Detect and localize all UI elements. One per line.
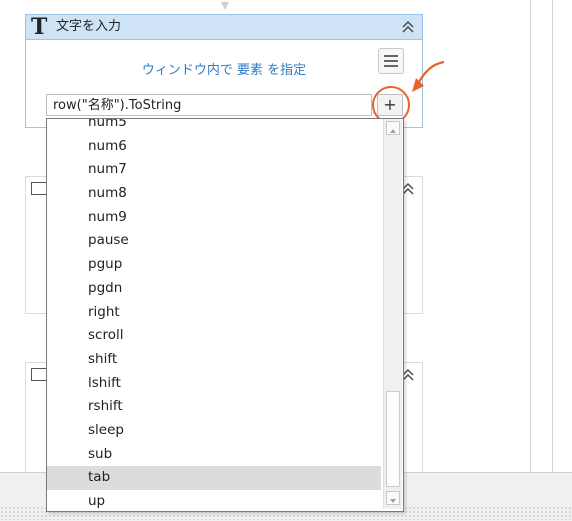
activity-icon (31, 182, 47, 195)
type-into-icon: T (31, 14, 48, 40)
dropdown-item[interactable]: tab (47, 466, 381, 490)
hamburger-icon (384, 55, 398, 57)
scroll-up-button[interactable] (386, 121, 400, 135)
dropdown-item[interactable]: num6 (47, 135, 381, 159)
activity-title: 文字を入力 (56, 19, 122, 34)
flow-connector-arrow (221, 2, 229, 10)
activity-header[interactable]: T 文字を入力 (26, 15, 422, 40)
dropdown-item[interactable]: right (47, 301, 381, 325)
dropdown-item[interactable]: num5 (47, 119, 381, 135)
dropdown-item[interactable]: scroll (47, 324, 381, 348)
double-chevron-up-icon[interactable] (400, 19, 416, 35)
text-expression-input[interactable]: row("名称").ToString (46, 94, 372, 116)
key-dropdown-list[interactable]: num5 num6 num7 num8 num9 pause pgup pgdn right sc… (46, 118, 404, 512)
vertical-scrollbar[interactable] (383, 119, 402, 509)
canvas-divider-line (530, 0, 531, 472)
dropdown-item[interactable]: sleep (47, 419, 381, 443)
dropdown-item[interactable]: num7 (47, 158, 381, 182)
triangle-up-icon (390, 129, 396, 133)
type-into-activity-card[interactable]: T 文字を入力 ウィンドウ内で 要素 を指定 row("名称").ToStrin… (25, 14, 423, 128)
canvas-divider-line (552, 0, 553, 472)
scrollbar-thumb[interactable] (386, 391, 400, 487)
annotation-arrow-icon (412, 60, 445, 92)
dropdown-item[interactable]: up (47, 490, 381, 511)
dropdown-item[interactable]: pause (47, 229, 381, 253)
triangle-down-icon (390, 499, 396, 503)
dropdown-item[interactable]: shift (47, 348, 381, 372)
dropdown-items: num5 num6 num7 num8 num9 pause pgup pgdn right sc… (47, 119, 381, 511)
dropdown-item[interactable]: num8 (47, 182, 381, 206)
dropdown-item[interactable]: pgdn (47, 277, 381, 301)
dropdown-item[interactable]: num9 (47, 206, 381, 230)
dropdown-item[interactable]: rshift (47, 395, 381, 419)
dropdown-item[interactable]: sub (47, 443, 381, 467)
dropdown-item[interactable]: lshift (47, 372, 381, 396)
activity-icon (31, 368, 47, 381)
indicate-element-link[interactable]: ウィンドウ内で 要素 を指定 (26, 59, 422, 78)
dropdown-item[interactable]: pgup (47, 253, 381, 277)
scroll-down-button[interactable] (386, 491, 400, 505)
